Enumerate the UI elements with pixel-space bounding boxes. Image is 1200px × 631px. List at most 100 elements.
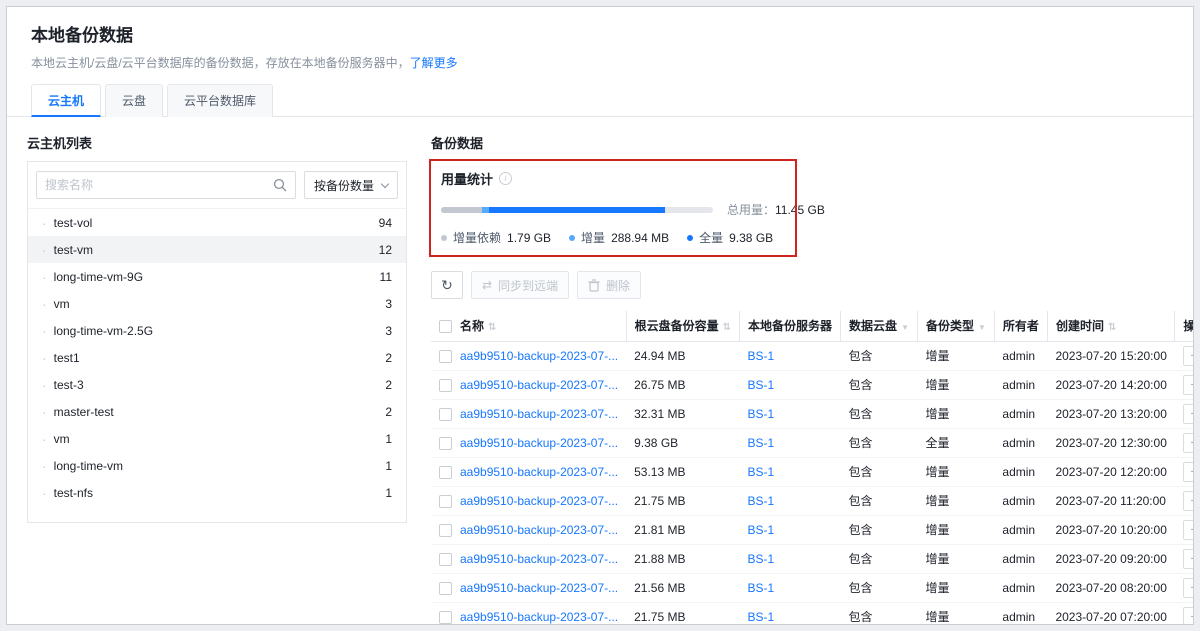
backup-type-value: 增量 xyxy=(917,515,994,544)
row-actions-button[interactable]: ··· xyxy=(1183,404,1194,424)
row-checkbox[interactable] xyxy=(439,553,452,566)
backup-name-link[interactable]: aa9b9510-backup-2023-07-... xyxy=(460,523,618,537)
created-time: 2023-07-20 11:20:00 xyxy=(1047,486,1174,515)
column-header[interactable]: 根云盘备份容量⇅ xyxy=(626,311,739,341)
created-time: 2023-07-20 08:20:00 xyxy=(1047,573,1174,602)
learn-more-link[interactable]: 了解更多 xyxy=(410,56,458,70)
backup-name-link[interactable]: aa9b9510-backup-2023-07-... xyxy=(460,494,618,508)
row-checkbox[interactable] xyxy=(439,524,452,537)
usage-bar-segment xyxy=(489,207,666,213)
column-header-label: 备份类型 xyxy=(926,319,974,333)
row-checkbox[interactable] xyxy=(439,379,452,392)
tab-云平台数据库[interactable]: 云平台数据库 xyxy=(167,84,273,117)
backup-server-link[interactable]: BS-1 xyxy=(748,465,775,479)
sort-dropdown-label: 按备份数量 xyxy=(314,177,374,194)
page-title: 本地备份数据 xyxy=(31,21,1169,46)
backup-data-section: 备份数据 用量统计 i 总用量：11.45 GB 增量依赖1.79 GB增量28… xyxy=(431,125,1175,625)
vm-list-item[interactable]: ·test-vm12 xyxy=(28,236,406,263)
vm-list-item[interactable]: ·test-vol94 xyxy=(28,209,406,236)
backup-capacity: 21.75 MB xyxy=(626,602,739,625)
backup-name-link[interactable]: aa9b9510-backup-2023-07-... xyxy=(460,465,618,479)
legend-item: 增量依赖1.79 GB xyxy=(441,229,551,246)
vm-list-item[interactable]: ·vm3 xyxy=(28,290,406,317)
backup-name-link[interactable]: aa9b9510-backup-2023-07-... xyxy=(460,436,618,450)
delete-button[interactable]: 删除 xyxy=(577,271,641,299)
bullet-icon: · xyxy=(42,351,47,365)
chevron-down-icon xyxy=(381,179,389,187)
row-actions-button[interactable]: ··· xyxy=(1183,491,1194,511)
backup-name-link[interactable]: aa9b9510-backup-2023-07-... xyxy=(460,407,618,421)
vm-list-item[interactable]: ·test-32 xyxy=(28,371,406,398)
vm-name: ·long-time-vm xyxy=(42,459,123,473)
row-actions-button[interactable]: ··· xyxy=(1183,433,1194,453)
info-icon[interactable]: i xyxy=(499,172,512,185)
backup-server-link[interactable]: BS-1 xyxy=(748,407,775,421)
vm-list-item[interactable]: ·long-time-vm1 xyxy=(28,452,406,479)
usage-title: 用量统计 xyxy=(441,169,493,188)
owner-value: admin xyxy=(994,486,1047,515)
row-actions-button[interactable]: ··· xyxy=(1183,346,1194,366)
select-all-checkbox[interactable] xyxy=(439,320,452,333)
sort-icon[interactable]: ⇅ xyxy=(488,322,496,333)
backup-name-link[interactable]: aa9b9510-backup-2023-07-... xyxy=(460,610,618,624)
vm-backup-count: 2 xyxy=(385,351,392,365)
backup-name-link[interactable]: aa9b9510-backup-2023-07-... xyxy=(460,378,618,392)
refresh-button[interactable]: ↻ xyxy=(431,271,463,299)
sort-icon[interactable]: ⇅ xyxy=(723,322,731,333)
vm-list-item[interactable]: ·test1 2 xyxy=(28,344,406,371)
row-actions-button[interactable]: ··· xyxy=(1183,607,1194,626)
filter-icon[interactable]: ▼ xyxy=(978,323,986,332)
bullet-icon: · xyxy=(42,216,47,230)
row-actions-button[interactable]: ··· xyxy=(1183,462,1194,482)
search-icon[interactable] xyxy=(273,178,287,192)
vm-list-item[interactable]: ·long-time-vm-2.5G3 xyxy=(28,317,406,344)
row-actions-button[interactable]: ··· xyxy=(1183,375,1194,395)
backup-server-link[interactable]: BS-1 xyxy=(748,378,775,392)
sort-icon[interactable]: ⇅ xyxy=(1108,322,1116,333)
row-checkbox[interactable] xyxy=(439,582,452,595)
column-header[interactable]: 备份类型 ▼ xyxy=(917,311,994,341)
vm-backup-count: 2 xyxy=(385,405,392,419)
column-header[interactable]: 创建时间⇅ xyxy=(1047,311,1174,341)
sort-dropdown[interactable]: 按备份数量 xyxy=(304,171,398,199)
backup-server-link[interactable]: BS-1 xyxy=(748,523,775,537)
vm-list-item[interactable]: ·long-time-vm-9G11 xyxy=(28,263,406,290)
vm-name: ·test1 xyxy=(42,351,80,365)
vm-list-item[interactable]: ·master-test2 xyxy=(28,398,406,425)
created-time: 2023-07-20 12:30:00 xyxy=(1047,428,1174,457)
backup-name-link[interactable]: aa9b9510-backup-2023-07-... xyxy=(460,552,618,566)
backup-server-link[interactable]: BS-1 xyxy=(748,610,775,624)
vm-list-controls: 按备份数量 xyxy=(28,162,406,208)
row-actions-button[interactable]: ··· xyxy=(1183,520,1194,540)
row-checkbox[interactable] xyxy=(439,437,452,450)
row-checkbox[interactable] xyxy=(439,408,452,421)
search-input[interactable] xyxy=(45,178,273,192)
sync-to-remote-button[interactable]: ⇄ 同步到远端 xyxy=(471,271,569,299)
backup-server-link[interactable]: BS-1 xyxy=(748,436,775,450)
row-actions-button[interactable]: ··· xyxy=(1183,549,1194,569)
row-checkbox[interactable] xyxy=(439,611,452,624)
legend-value: 1.79 GB xyxy=(507,231,551,245)
tab-云盘[interactable]: 云盘 xyxy=(105,84,163,117)
row-checkbox[interactable] xyxy=(439,350,452,363)
vm-list-item[interactable]: ·test-nfs1 xyxy=(28,479,406,506)
tab-云主机[interactable]: 云主机 xyxy=(31,84,101,117)
backup-server-link[interactable]: BS-1 xyxy=(748,581,775,595)
column-header[interactable]: 数据云盘▼ xyxy=(841,311,918,341)
filter-icon[interactable]: ▼ xyxy=(901,323,909,332)
vm-list-item[interactable]: ·vm1 xyxy=(28,425,406,452)
row-checkbox[interactable] xyxy=(439,495,452,508)
backup-name-link[interactable]: aa9b9510-backup-2023-07-... xyxy=(460,349,618,363)
backup-name-link[interactable]: aa9b9510-backup-2023-07-... xyxy=(460,581,618,595)
data-disk-value: 包含 xyxy=(841,399,918,428)
row-checkbox[interactable] xyxy=(439,466,452,479)
backup-server-link[interactable]: BS-1 xyxy=(748,494,775,508)
row-actions-button[interactable]: ··· xyxy=(1183,578,1194,598)
column-header[interactable]: 名称⇅ xyxy=(452,311,626,341)
created-time: 2023-07-20 14:20:00 xyxy=(1047,370,1174,399)
backup-server-link[interactable]: BS-1 xyxy=(748,552,775,566)
data-disk-value: 包含 xyxy=(841,370,918,399)
backup-server-link[interactable]: BS-1 xyxy=(748,349,775,363)
bullet-icon: · xyxy=(42,432,47,446)
vm-backup-count: 1 xyxy=(385,432,392,446)
